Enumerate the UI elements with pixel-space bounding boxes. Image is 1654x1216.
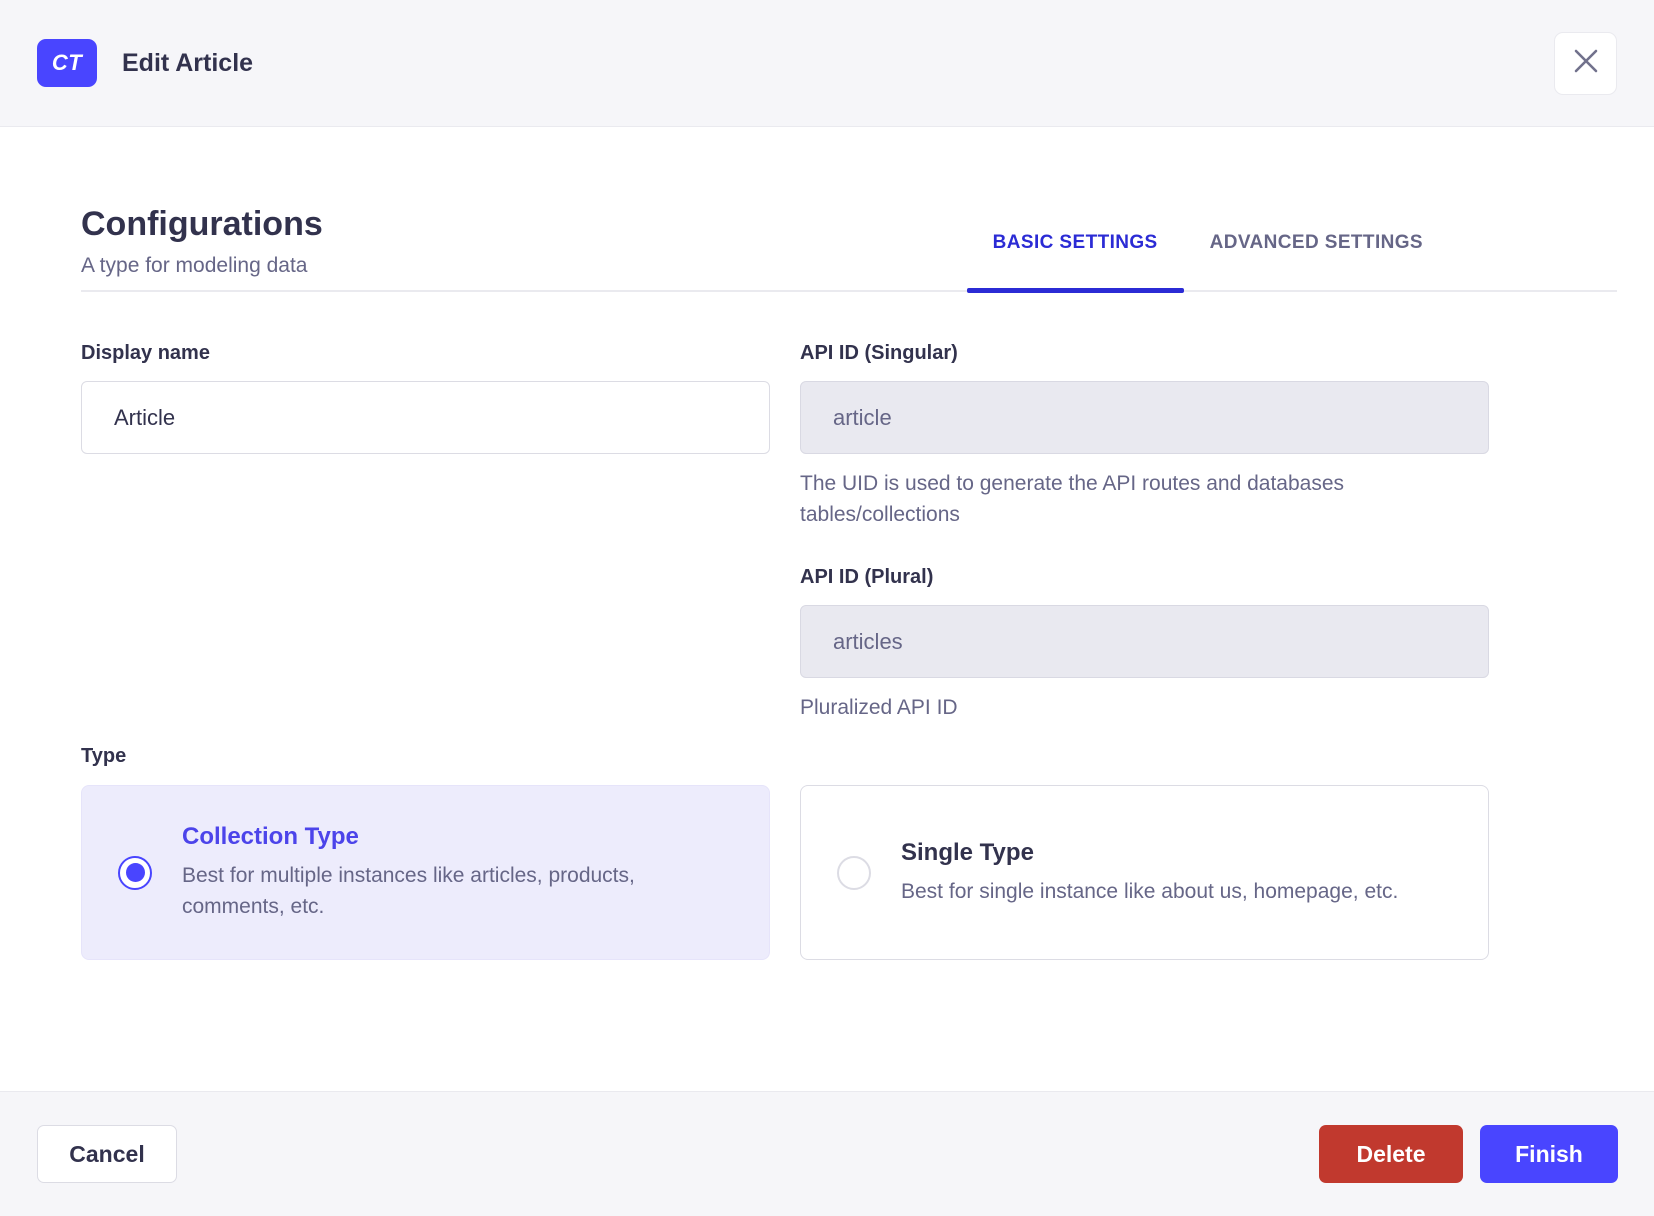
configurations-form: Display name API ID (Singular) The UID i… bbox=[81, 342, 1573, 723]
modal-header: CT Edit Article bbox=[0, 0, 1654, 127]
collection-type-description: Best for multiple instances like article… bbox=[182, 864, 635, 918]
close-button[interactable] bbox=[1554, 32, 1617, 95]
api-id-plural-field: API ID (Plural) Pluralized API ID bbox=[800, 566, 1489, 723]
close-icon bbox=[1572, 47, 1600, 80]
single-type-title: Single Type bbox=[901, 838, 1034, 866]
api-id-plural-hint: Pluralized API ID bbox=[800, 696, 958, 719]
finish-button[interactable]: Finish bbox=[1480, 1125, 1618, 1183]
form-right-column: API ID (Singular) The UID is used to gen… bbox=[800, 342, 1489, 723]
tab-basic-settings[interactable]: BASIC SETTINGS bbox=[966, 232, 1184, 293]
modal-footer: Cancel Delete Finish bbox=[0, 1091, 1654, 1216]
cancel-button[interactable]: Cancel bbox=[37, 1125, 177, 1183]
modal-body: Configurations A type for modeling data … bbox=[0, 127, 1654, 1091]
api-id-singular-label: API ID (Singular) bbox=[800, 342, 958, 364]
collection-type-title: Collection Type bbox=[182, 823, 359, 850]
page-subtitle: A type for modeling data bbox=[81, 254, 308, 277]
type-section: Type Collection Type Best for multiple i… bbox=[81, 745, 1573, 960]
configurations-titles: Configurations A type for modeling data bbox=[81, 205, 323, 292]
configurations-header: Configurations A type for modeling data … bbox=[81, 205, 1617, 293]
type-label: Type bbox=[81, 745, 127, 767]
type-cards: Collection Type Best for multiple instan… bbox=[81, 785, 1573, 960]
page-title: Configurations bbox=[81, 205, 323, 243]
api-id-singular-hint: The UID is used to generate the API rout… bbox=[800, 472, 1345, 526]
single-type-card[interactable]: Single Type Best for single instance lik… bbox=[800, 785, 1489, 960]
api-id-singular-input bbox=[800, 381, 1489, 454]
modal-title: Edit Article bbox=[122, 48, 254, 77]
api-id-plural-label: API ID (Plural) bbox=[800, 566, 934, 588]
form-left-column: Display name bbox=[81, 342, 770, 723]
display-name-field: Display name bbox=[81, 342, 770, 454]
tab-advanced-settings[interactable]: ADVANCED SETTINGS bbox=[1184, 232, 1449, 292]
single-type-description: Best for single instance like about us, … bbox=[901, 879, 1399, 903]
display-name-label: Display name bbox=[81, 342, 210, 364]
edit-article-modal: CT Edit Article Configurations A type fo… bbox=[0, 0, 1654, 1216]
single-type-radio[interactable] bbox=[837, 855, 871, 890]
settings-tabs: BASIC SETTINGS ADVANCED SETTINGS bbox=[966, 232, 1449, 293]
content-type-badge: CT bbox=[37, 39, 97, 87]
single-type-text: Single Type Best for single instance lik… bbox=[901, 839, 1452, 907]
api-id-plural-input bbox=[800, 605, 1489, 678]
api-id-singular-field: API ID (Singular) The UID is used to gen… bbox=[800, 342, 1489, 530]
collection-type-text: Collection Type Best for multiple instan… bbox=[182, 823, 733, 922]
display-name-input[interactable] bbox=[81, 381, 770, 454]
collection-type-card[interactable]: Collection Type Best for multiple instan… bbox=[81, 785, 770, 960]
content-type-badge-label: CT bbox=[51, 50, 83, 75]
delete-button[interactable]: Delete bbox=[1319, 1125, 1463, 1183]
collection-type-radio[interactable] bbox=[118, 855, 152, 890]
